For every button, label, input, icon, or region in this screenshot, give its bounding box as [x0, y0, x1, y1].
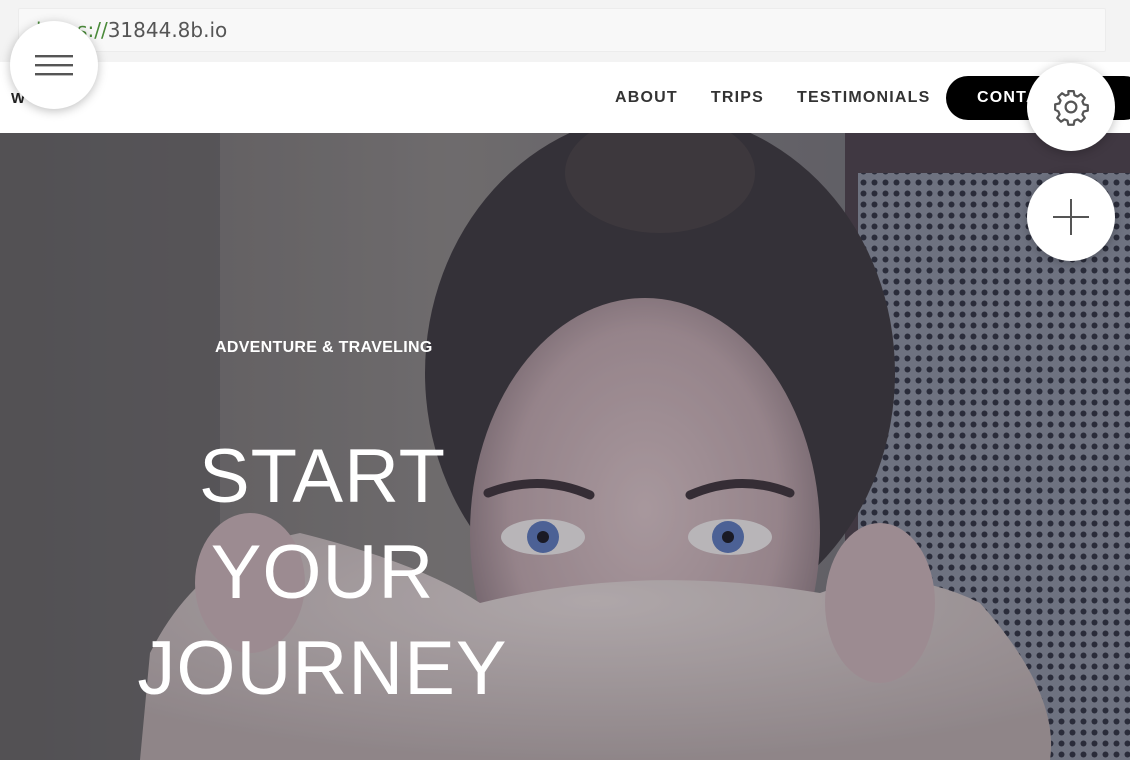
url-field[interactable]: https://31844.8b.io [18, 8, 1106, 52]
nav-link-testimonials[interactable]: TESTIMONIALS [797, 89, 931, 107]
hero-section: ADVENTURE & TRAVELING START YOUR JOURNEY [0, 133, 1130, 760]
menu-button[interactable] [10, 21, 98, 109]
hero-title-line: YOUR [210, 530, 435, 615]
nav-links: ABOUT TRIPS TESTIMONIALS [615, 62, 964, 133]
add-button[interactable] [1027, 173, 1115, 261]
browser-address-bar: https://31844.8b.io [0, 0, 1130, 62]
hero-subtitle: ADVENTURE & TRAVELING [215, 339, 433, 356]
gear-icon [1054, 90, 1089, 126]
hamburger-menu-icon [35, 55, 73, 76]
hero-title-line: JOURNEY [137, 626, 508, 711]
site-navbar: W ABOUT TRIPS TESTIMONIALS CONTACT [0, 62, 1130, 133]
settings-button[interactable] [1027, 63, 1115, 151]
hero-title-line: START [198, 434, 447, 519]
url-host: 31844.8b.io [107, 18, 228, 42]
nav-link-about[interactable]: ABOUT [615, 89, 678, 107]
plus-icon [1053, 199, 1089, 235]
hero-title: START YOUR JOURNEY [120, 429, 525, 717]
nav-link-trips[interactable]: TRIPS [711, 89, 764, 107]
